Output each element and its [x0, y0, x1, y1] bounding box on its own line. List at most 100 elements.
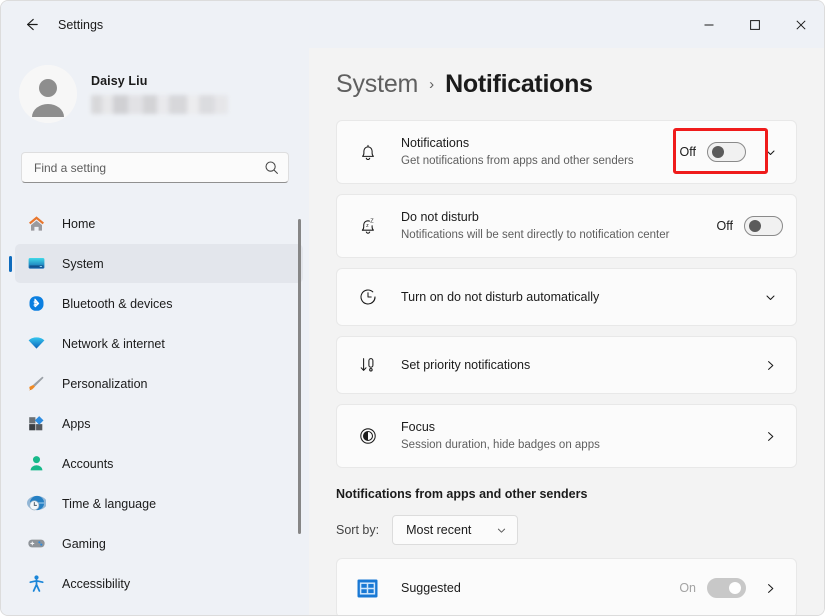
card-subtitle: Notifications will be sent directly to n… — [401, 229, 670, 241]
card-title: Turn on do not disturb automatically — [401, 290, 600, 304]
card-controls: Off — [717, 216, 783, 236]
page-title: Notifications — [445, 70, 593, 98]
sidebar-item-label: Home — [62, 216, 96, 231]
toggle-knob — [712, 146, 724, 158]
card-text: Notifications Get notifications from app… — [401, 135, 680, 169]
profile-text: Daisy Liu — [91, 74, 228, 114]
back-button[interactable] — [13, 9, 49, 41]
breadcrumb-separator-icon: › — [429, 76, 435, 93]
card-title: Set priority notifications — [401, 358, 531, 372]
account-person-icon — [26, 454, 46, 474]
card-controls — [757, 359, 783, 372]
home-icon — [26, 214, 46, 234]
card-text: Suggested — [401, 580, 679, 596]
do-not-disturb-toggle[interactable] — [744, 216, 783, 236]
bell-sleep-icon: z Z — [354, 215, 381, 237]
card-text: Set priority notifications — [401, 357, 757, 373]
svg-text:Z: Z — [370, 219, 374, 225]
gamepad-icon — [26, 534, 46, 554]
sidebar-nav: Home System Bluetooth & devices Network … — [1, 204, 309, 615]
sidebar-item-label: Time & language — [62, 496, 157, 511]
sidebar-item-apps[interactable]: Apps — [15, 404, 303, 443]
clock-icon — [354, 286, 381, 308]
suggested-toggle-label: On — [679, 581, 696, 595]
sidebar-item-accessibility[interactable]: Accessibility — [15, 564, 303, 603]
profile-name: Daisy Liu — [91, 74, 148, 88]
setting-card-focus[interactable]: Focus Session duration, hide badges on a… — [336, 404, 797, 468]
notifications-toggle-label: Off — [679, 145, 696, 159]
chevron-right-icon[interactable] — [757, 430, 783, 443]
card-controls — [757, 291, 783, 304]
sidebar-item-time-language[interactable]: Time & language — [15, 484, 303, 523]
sidebar-item-bluetooth-devices[interactable]: Bluetooth & devices — [15, 284, 303, 323]
setting-card-priority-notifications[interactable]: Set priority notifications — [336, 336, 797, 394]
setting-card-do-not-disturb[interactable]: z Z Do not disturb Notifications will be… — [336, 194, 797, 258]
search-input[interactable] — [34, 160, 264, 175]
suggested-app-icon — [354, 575, 381, 602]
close-button[interactable] — [778, 1, 824, 48]
card-title: Do not disturb — [401, 210, 479, 224]
sort-by-value: Most recent — [406, 523, 472, 537]
bluetooth-icon — [26, 294, 46, 314]
apps-section-heading: Notifications from apps and other sender… — [336, 487, 588, 501]
setting-card-auto-do-not-disturb[interactable]: Turn on do not disturb automatically — [336, 268, 797, 326]
avatar — [19, 65, 77, 123]
sort-by-label: Sort by: — [336, 523, 380, 537]
app-notification-row-suggested[interactable]: Suggested On — [336, 558, 797, 615]
paintbrush-icon — [26, 374, 46, 394]
setting-card-notifications[interactable]: Notifications Get notifications from app… — [336, 120, 797, 184]
back-arrow-icon — [26, 18, 38, 31]
sidebar-item-label: Gaming — [62, 536, 106, 551]
sidebar: Daisy Liu Find a setting Home System Blu… — [1, 48, 309, 615]
card-text: Focus Session duration, hide badges on a… — [401, 419, 757, 453]
wifi-icon — [26, 334, 46, 354]
priority-sort-icon — [354, 354, 381, 376]
sidebar-item-home[interactable]: Home — [15, 204, 303, 243]
chevron-down-icon[interactable] — [757, 146, 783, 159]
sidebar-item-gaming[interactable]: Gaming — [15, 524, 303, 563]
chevron-right-icon[interactable] — [757, 359, 783, 372]
apps-icon — [26, 414, 46, 434]
sidebar-item-system[interactable]: System — [15, 244, 303, 283]
chevron-down-icon — [496, 525, 507, 536]
maximize-button[interactable] — [732, 1, 778, 48]
svg-text:z: z — [366, 223, 369, 229]
sidebar-item-accounts[interactable]: Accounts — [15, 444, 303, 483]
card-text: Do not disturb Notifications will be sen… — [401, 209, 717, 243]
card-controls: On — [679, 578, 783, 598]
title-bar: Settings — [1, 1, 824, 48]
profile-email-redacted — [91, 95, 228, 114]
sidebar-scrollbar[interactable] — [298, 219, 301, 534]
user-profile[interactable]: Daisy Liu — [1, 48, 309, 130]
chevron-down-icon[interactable] — [757, 291, 783, 304]
breadcrumb-parent[interactable]: System — [336, 70, 418, 99]
card-controls: Off — [680, 142, 783, 162]
sort-row: Sort by: Most recent — [336, 515, 797, 545]
sidebar-item-label: Network & internet — [62, 336, 165, 351]
card-title: Focus — [401, 420, 436, 434]
sort-by-dropdown[interactable]: Most recent — [392, 515, 519, 545]
card-controls — [757, 430, 783, 443]
bell-icon — [354, 141, 381, 163]
suggested-toggle[interactable] — [707, 578, 746, 598]
breadcrumb: System › Notifications — [318, 70, 797, 99]
search-box[interactable] — [21, 152, 289, 183]
card-title: Notifications — [401, 136, 470, 150]
card-subtitle: Session duration, hide badges on apps — [401, 439, 600, 451]
card-text: Turn on do not disturb automatically — [401, 289, 757, 305]
notifications-toggle[interactable] — [707, 142, 746, 162]
sidebar-item-network-internet[interactable]: Network & internet — [15, 324, 303, 363]
toggle-knob — [749, 220, 761, 232]
search-icon — [264, 160, 279, 175]
sidebar-item-label: Accounts — [62, 456, 114, 471]
sidebar-item-personalization[interactable]: Personalization — [15, 364, 303, 403]
window-body: Daisy Liu Find a setting Home System Blu… — [1, 48, 824, 615]
do-not-disturb-toggle-label: Off — [716, 219, 733, 233]
minimize-button[interactable] — [686, 1, 732, 48]
app-title: Settings — [58, 17, 104, 32]
chevron-right-icon[interactable] — [757, 582, 783, 595]
toggle-knob — [729, 582, 741, 594]
accessibility-person-icon — [26, 574, 46, 594]
close-icon — [796, 19, 806, 30]
avatar-person-icon — [19, 65, 77, 123]
